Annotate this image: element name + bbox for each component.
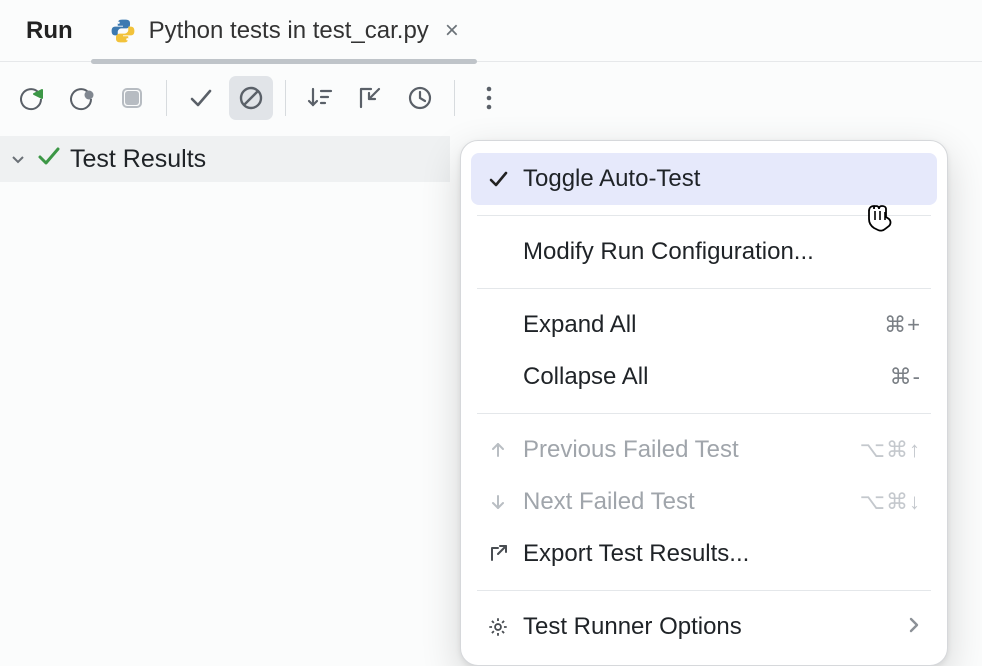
menu-prev-failed: Previous Failed Test ⌥⌘↑ (471, 424, 937, 476)
show-ignored-button[interactable] (229, 76, 273, 120)
show-passed-button[interactable] (179, 76, 223, 120)
menu-item-label: Modify Run Configuration... (523, 238, 921, 266)
toolbar-separator (454, 80, 455, 116)
tab-underline (91, 59, 477, 64)
menu-item-label: Toggle Auto-Test (523, 165, 921, 193)
shortcut-label: ⌥⌘↑ (860, 437, 921, 463)
close-icon[interactable]: × (445, 17, 459, 45)
shortcut-label: ⌘+ (884, 312, 921, 338)
menu-item-label: Expand All (523, 311, 870, 339)
history-button[interactable] (398, 76, 442, 120)
menu-item-label: Previous Failed Test (523, 436, 846, 464)
shortcut-label: ⌥⌘↓ (860, 489, 921, 515)
chevron-right-icon (907, 613, 921, 641)
checkmark-icon (487, 169, 509, 189)
menu-expand-all[interactable]: Expand All ⌘+ (471, 299, 937, 351)
menu-next-failed: Next Failed Test ⌥⌘↓ (471, 476, 937, 528)
python-file-icon (109, 17, 137, 45)
menu-separator (477, 590, 931, 591)
menu-separator (477, 215, 931, 216)
checkmark-icon (36, 143, 62, 176)
chevron-down-icon (8, 151, 28, 167)
menu-export-results[interactable]: Export Test Results... (471, 528, 937, 580)
menu-item-label: Next Failed Test (523, 488, 846, 516)
arrow-up-icon (487, 441, 509, 459)
toolbar-separator (285, 80, 286, 116)
menu-toggle-auto-test[interactable]: Toggle Auto-Test (471, 153, 937, 205)
stop-button[interactable] (110, 76, 154, 120)
toolbar-separator (166, 80, 167, 116)
export-icon (487, 544, 509, 564)
shortcut-label: ⌘- (890, 364, 921, 390)
tab-run[interactable]: Run (8, 0, 91, 62)
menu-collapse-all[interactable]: Collapse All ⌘- (471, 351, 937, 403)
arrow-down-icon (487, 493, 509, 511)
context-menu: Toggle Auto-Test Modify Run Configuratio… (460, 140, 948, 666)
menu-modify-run-config[interactable]: Modify Run Configuration... (471, 226, 937, 278)
menu-item-label: Collapse All (523, 363, 876, 391)
tab-python-tests[interactable]: Python tests in test_car.py × (91, 0, 477, 62)
menu-separator (477, 288, 931, 289)
more-button[interactable] (467, 76, 511, 120)
tabbar: Run Python tests in test_car.py × (0, 0, 982, 62)
tab-run-label: Run (26, 17, 73, 45)
tree-root-row[interactable]: Test Results (0, 136, 450, 182)
menu-item-label: Export Test Results... (523, 540, 921, 568)
menu-separator (477, 413, 931, 414)
menu-runner-options[interactable]: Test Runner Options (471, 601, 937, 653)
sort-button[interactable] (298, 76, 342, 120)
menu-item-label: Test Runner Options (523, 613, 893, 641)
toolbar (0, 62, 982, 134)
rerun-button[interactable] (10, 76, 54, 120)
tab-python-tests-label: Python tests in test_car.py (149, 17, 429, 45)
import-results-button[interactable] (348, 76, 392, 120)
tree-root-label: Test Results (70, 145, 206, 174)
rerun-failed-button[interactable] (60, 76, 104, 120)
gear-icon (487, 616, 509, 638)
test-tree-panel: Test Results (0, 134, 450, 656)
